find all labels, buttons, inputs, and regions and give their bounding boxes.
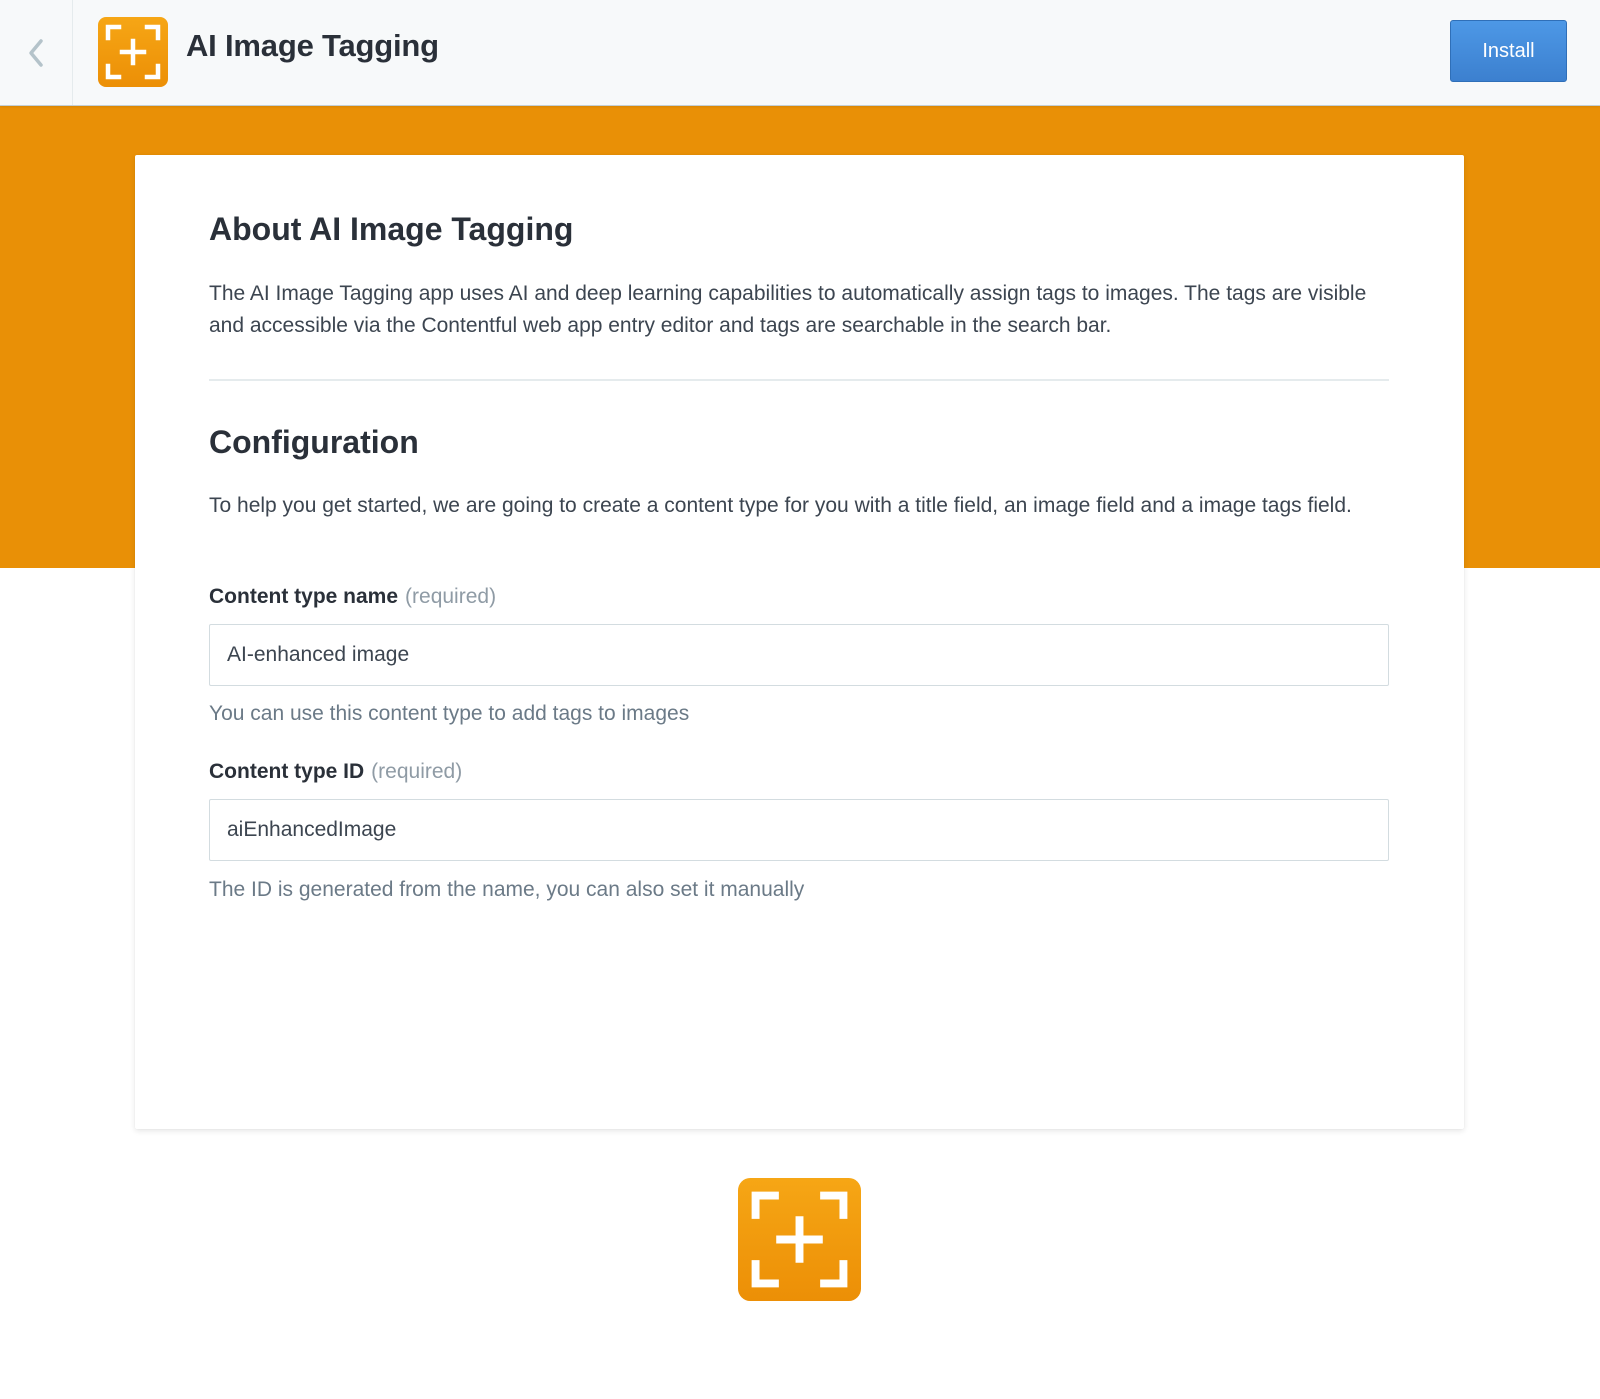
content-type-id-help: The ID is generated from the name, you c… — [209, 878, 805, 901]
content-type-id-label: Content type ID (required) — [209, 760, 462, 784]
chevron-left-icon — [29, 38, 43, 67]
app-header: AI Image Tagging Install — [0, 0, 1600, 106]
section-divider — [209, 379, 1389, 381]
field-label-text: Content type name — [209, 585, 399, 608]
back-button[interactable] — [0, 0, 73, 105]
about-description: The AI Image Tagging app uses AI and dee… — [209, 282, 1367, 337]
content-type-id-input[interactable] — [209, 799, 1389, 861]
configuration-heading: Configuration — [209, 424, 419, 460]
content-type-name-label: Content type name (required) — [209, 585, 496, 609]
field-label-text: Content type ID — [209, 760, 365, 783]
required-hint: (required) — [371, 760, 463, 783]
app-title: AI Image Tagging — [186, 28, 439, 63]
config-card: About AI Image Tagging The AI Image Tagg… — [135, 155, 1464, 1129]
content-type-name-help: You can use this content type to add tag… — [209, 702, 690, 725]
required-hint: (required) — [405, 585, 497, 608]
about-heading: About AI Image Tagging — [209, 211, 574, 247]
configuration-description: To help you get started, we are going to… — [209, 494, 1352, 517]
app-logo-icon — [98, 17, 168, 87]
install-button[interactable]: Install — [1450, 20, 1567, 82]
footer-app-logo-icon — [738, 1178, 861, 1301]
content-type-name-input[interactable] — [209, 624, 1389, 686]
